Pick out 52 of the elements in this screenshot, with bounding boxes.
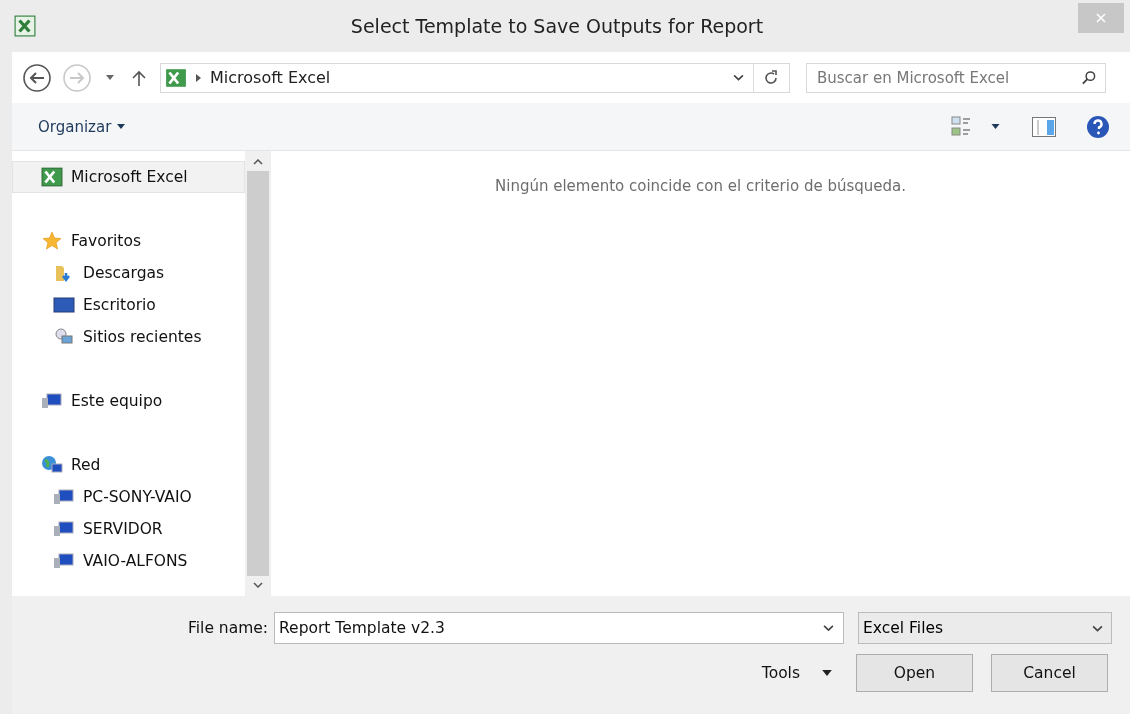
spreadsheet-icon [165, 67, 187, 88]
address-bar[interactable]: Microsoft Excel [160, 62, 790, 93]
computer-icon [53, 519, 75, 539]
computer-icon [41, 391, 63, 411]
dropdown-icon [823, 624, 835, 632]
scroll-down-icon [252, 582, 263, 588]
up-arrow-icon[interactable] [132, 69, 146, 86]
file-name-label: File name: [188, 619, 269, 637]
search-field[interactable]: Buscar en Microsoft Excel [806, 62, 1106, 93]
scrollbar[interactable] [245, 151, 270, 596]
sidebar-item[interactable]: SERVIDOR [12, 513, 245, 545]
caret-icon [822, 670, 832, 676]
sidebar-item[interactable]: Sitios recientes [12, 321, 245, 353]
caret-icon[interactable] [106, 75, 114, 80]
desktop-icon [53, 295, 75, 315]
back-button[interactable] [22, 62, 52, 93]
sidebar-item[interactable]: Descargas [12, 257, 245, 289]
tools-button[interactable]: Tools [755, 663, 838, 683]
spreadsheet-icon [41, 167, 63, 187]
sidebar-item[interactable]: VAIO-ALFONS [12, 545, 245, 577]
close-icon [1096, 13, 1106, 23]
recent-places-icon [53, 327, 75, 347]
computer-icon [53, 487, 75, 507]
caret-icon [117, 124, 126, 129]
sidebar-item[interactable]: Microsoft Excel [12, 161, 245, 193]
file-name-field[interactable]: Report Template v2.3 [274, 612, 845, 644]
star-icon [41, 231, 63, 251]
organize-button[interactable]: Organizar [38, 117, 126, 136]
chevron-icon [196, 73, 201, 82]
file-type-dropdown[interactable]: Excel Files [858, 612, 1113, 644]
spreadsheet-icon [14, 15, 36, 37]
sidebar-item[interactable]: Este equipo [12, 385, 245, 417]
dropdown-icon [1092, 624, 1104, 632]
computer-icon [53, 551, 75, 571]
help-icon[interactable] [1086, 114, 1110, 139]
window-title: Select Template to Save Outputs for Report [349, 15, 765, 37]
sidebar-item[interactable]: Favoritos [12, 225, 245, 257]
sidebar-item[interactable]: Red [12, 449, 245, 481]
open-button[interactable]: Open [856, 654, 973, 692]
sidebar-item[interactable]: Escritorio [12, 289, 245, 321]
scroll-up-icon [252, 159, 263, 165]
empty-message: Ningún elemento coincide con el criterio de búsqueda. [495, 177, 906, 197]
preview-pane-icon[interactable] [1032, 116, 1056, 137]
network-icon [41, 455, 63, 475]
refresh-icon[interactable] [763, 69, 779, 86]
search-icon [1081, 70, 1096, 85]
breadcrumb[interactable]: Microsoft Excel [210, 68, 331, 87]
caret-icon[interactable] [991, 124, 1000, 129]
cancel-button[interactable]: Cancel [991, 654, 1108, 692]
scrollbar-thumb[interactable] [246, 171, 269, 576]
sidebar-item[interactable]: PC-SONY-VAIO [12, 481, 245, 513]
dropdown-icon[interactable] [733, 74, 744, 81]
